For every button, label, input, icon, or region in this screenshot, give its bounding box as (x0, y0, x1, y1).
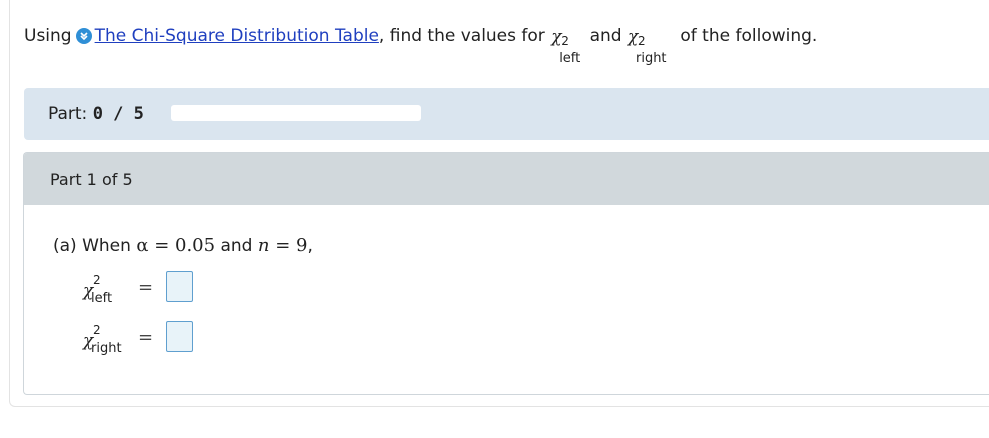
question-text: Using The Chi-Square Distribution Table, … (24, 14, 984, 66)
alpha-expression: α = 0.05 (136, 235, 216, 256)
question-prefix: Using (24, 26, 72, 46)
part-prompt: (a) When α = 0.05 and n = 9, (53, 235, 313, 256)
chi-left-label: χ 2 left (83, 273, 113, 306)
part-progress-bar: Part: 0 / 5 (24, 88, 989, 140)
chi-right-input[interactable] (166, 321, 193, 352)
equals-sign: = (138, 327, 154, 348)
chi-right-answer-row: χ 2 right = (82, 321, 282, 361)
part-progress-label: Part: 0 / 5 (48, 104, 144, 124)
question-suffix: of the following. (680, 26, 818, 46)
chi-square-table-link[interactable]: The Chi-Square Distribution Table (95, 26, 379, 46)
question-and: and (589, 26, 622, 46)
part-progress-value: 0 / 5 (92, 104, 144, 124)
question-mid: , find the values for (378, 26, 545, 46)
ebook-icon[interactable] (75, 28, 92, 44)
progress-track (171, 105, 421, 121)
chi-right-symbol: χ 2 right (627, 27, 667, 66)
chi-right-label: χ 2 right (83, 323, 122, 356)
part-header: Part 1 of 5 (24, 153, 989, 205)
chi-left-symbol: χ 2 left (551, 27, 581, 66)
chi-left-answer-row: χ 2 left = (82, 271, 282, 311)
chi-left-input[interactable] (166, 271, 193, 302)
equals-sign: = (138, 277, 154, 298)
part-card: Part 1 of 5 (a) When α = 0.05 and n = 9,… (23, 152, 989, 395)
n-expression: = 9 (269, 235, 308, 256)
n-variable: n (257, 235, 270, 256)
